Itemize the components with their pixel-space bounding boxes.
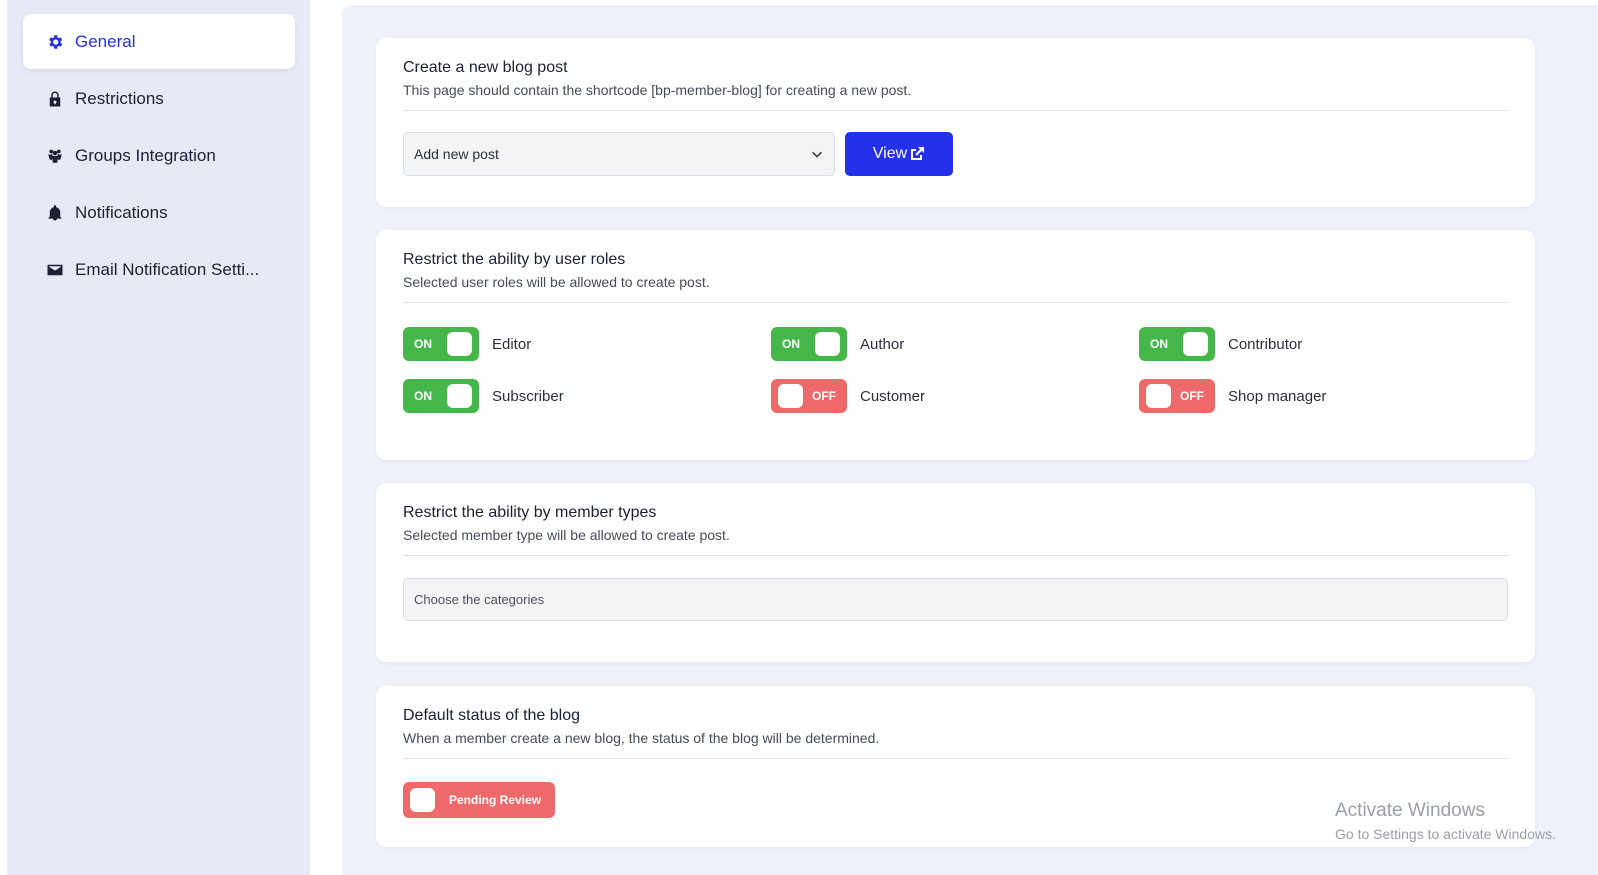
select-value: Add new post (414, 146, 499, 162)
role-shop-manager: OFF Shop manager (1139, 379, 1326, 413)
toggle-state: ON (782, 337, 800, 351)
toggle-state: OFF (812, 389, 836, 403)
sidebar-item-label: General (75, 31, 136, 51)
activate-windows-watermark: Activate Windows Go to Settings to activ… (1335, 800, 1556, 842)
categories-input[interactable]: Choose the categories (403, 578, 1508, 621)
card-description: Selected member type will be allowed to … (403, 527, 730, 543)
bell-icon (45, 203, 65, 223)
card-description: This page should contain the shortcode [… (403, 82, 912, 98)
post-page-select[interactable]: Add new post (403, 132, 835, 176)
sidebar-item-label: Groups Integration (75, 145, 216, 165)
sidebar-item-notifications[interactable]: Notifications (23, 185, 295, 240)
role-toggle[interactable]: ON (403, 327, 479, 361)
role-toggle[interactable]: ON (771, 327, 847, 361)
divider (403, 758, 1508, 759)
sidebar-item-label: Email Notification Setti... (75, 259, 260, 279)
toggle-state: ON (414, 337, 432, 351)
envelope-icon (45, 260, 65, 280)
view-button[interactable]: View (845, 132, 953, 176)
sidebar: General Restrictions Groups Integration … (7, 0, 310, 875)
role-customer: OFF Customer (771, 379, 925, 413)
categories-placeholder: Choose the categories (414, 592, 545, 607)
card-description: When a member create a new blog, the sta… (403, 730, 880, 746)
gear-icon (45, 32, 65, 52)
divider (403, 555, 1508, 556)
sidebar-item-label: Notifications (75, 202, 168, 222)
card-description: Selected user roles will be allowed to c… (403, 274, 710, 290)
role-toggle[interactable]: OFF (771, 379, 847, 413)
divider (403, 110, 1508, 111)
divider (403, 302, 1508, 303)
role-editor: ON Editor (403, 327, 531, 361)
toggle-state: OFF (1180, 389, 1204, 403)
role-name: Contributor (1228, 335, 1303, 353)
new-post-card: Create a new blog post This page should … (376, 38, 1535, 207)
card-title: Create a new blog post (403, 59, 568, 76)
role-name: Subscriber (492, 387, 564, 405)
watermark-title: Activate Windows (1335, 800, 1485, 821)
view-button-label: View (872, 145, 908, 162)
roles-grid: ON Editor ON Author ON Contributor ON Su… (403, 327, 1508, 413)
sidebar-item-email-notification-settings[interactable]: Email Notification Setti... (23, 242, 295, 297)
card-title: Default status of the blog (403, 707, 580, 724)
toggle-label: Pending Review (449, 793, 542, 807)
toggle-state: ON (1150, 337, 1168, 351)
role-name: Customer (860, 387, 926, 405)
pending-review-toggle[interactable]: Pending Review (403, 782, 555, 818)
users-icon (45, 146, 65, 166)
external-link-icon (911, 147, 925, 160)
role-name: Editor (492, 335, 532, 353)
role-toggle[interactable]: ON (403, 379, 479, 413)
user-roles-card: Restrict the ability by user roles Selec… (376, 230, 1535, 460)
role-name: Author (860, 335, 905, 353)
role-contributor: ON Contributor (1139, 327, 1302, 361)
card-title: Restrict the ability by user roles (403, 251, 626, 268)
sidebar-item-general[interactable]: General (23, 14, 295, 69)
lock-icon (45, 89, 65, 109)
chevron-down-icon (812, 151, 822, 158)
role-toggle[interactable]: OFF (1139, 379, 1215, 413)
member-types-card: Restrict the ability by member types Sel… (376, 483, 1535, 662)
sidebar-item-restrictions[interactable]: Restrictions (23, 71, 295, 126)
role-toggle[interactable]: ON (1139, 327, 1215, 361)
role-author: ON Author (771, 327, 904, 361)
settings-panel: Create a new blog post This page should … (342, 5, 1598, 875)
role-subscriber: ON Subscriber (403, 379, 564, 413)
card-title: Restrict the ability by member types (403, 504, 657, 521)
toggle-state: ON (414, 389, 432, 403)
role-name: Shop manager (1228, 387, 1327, 405)
sidebar-item-label: Restrictions (75, 88, 164, 108)
sidebar-item-groups-integration[interactable]: Groups Integration (23, 128, 295, 183)
watermark-subtitle: Go to Settings to activate Windows. (1335, 826, 1556, 842)
